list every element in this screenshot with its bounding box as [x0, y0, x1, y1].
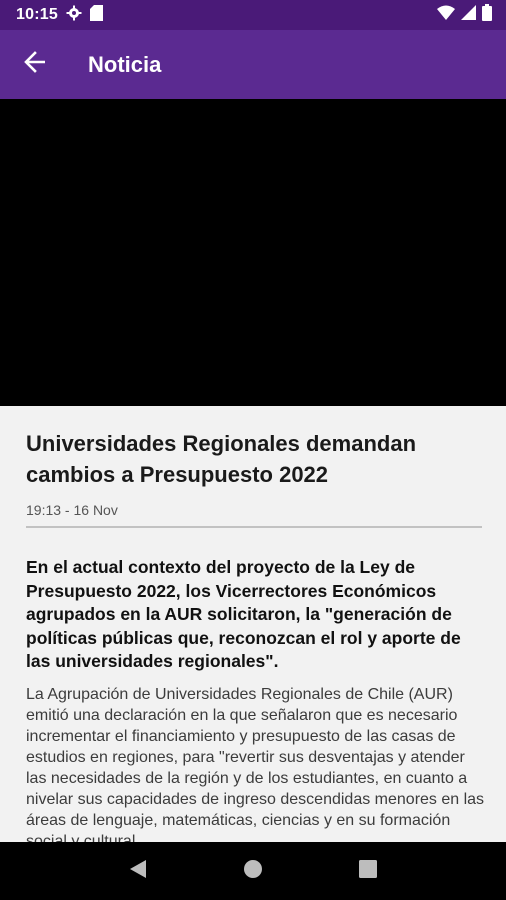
signal-icon — [461, 5, 476, 25]
status-right — [437, 4, 492, 26]
wifi-icon — [437, 5, 455, 25]
article-content[interactable]: Universidades Regionales demandan cambio… — [0, 406, 506, 842]
battery-icon — [482, 4, 492, 26]
nav-home-button[interactable] — [233, 851, 273, 891]
divider — [26, 526, 482, 528]
recents-square-icon — [359, 859, 378, 883]
arrow-left-icon — [24, 51, 46, 78]
sd-card-icon — [89, 4, 103, 26]
status-time: 10:15 — [16, 6, 58, 23]
article-lead: En el actual contexto del proyecto de la… — [26, 557, 461, 671]
media-player[interactable] — [0, 99, 506, 406]
article-timestamp: 19:13 - 16 Nov — [26, 502, 118, 518]
gear-icon — [66, 5, 82, 26]
page-title: Noticia — [88, 51, 162, 77]
article-headline: Universidades Regionales demandan cambio… — [26, 431, 417, 487]
status-bar: 10:15 — [0, 0, 506, 30]
back-button[interactable] — [20, 50, 50, 80]
system-nav-bar — [0, 842, 506, 900]
home-circle-icon — [243, 859, 263, 884]
back-triangle-icon — [129, 859, 147, 884]
status-left: 10:15 — [16, 4, 103, 26]
nav-recents-button[interactable] — [348, 851, 388, 891]
article-body: La Agrupación de Universidades Regionale… — [26, 685, 485, 843]
nav-back-button[interactable] — [118, 851, 158, 891]
app-bar: Noticia — [0, 30, 506, 99]
